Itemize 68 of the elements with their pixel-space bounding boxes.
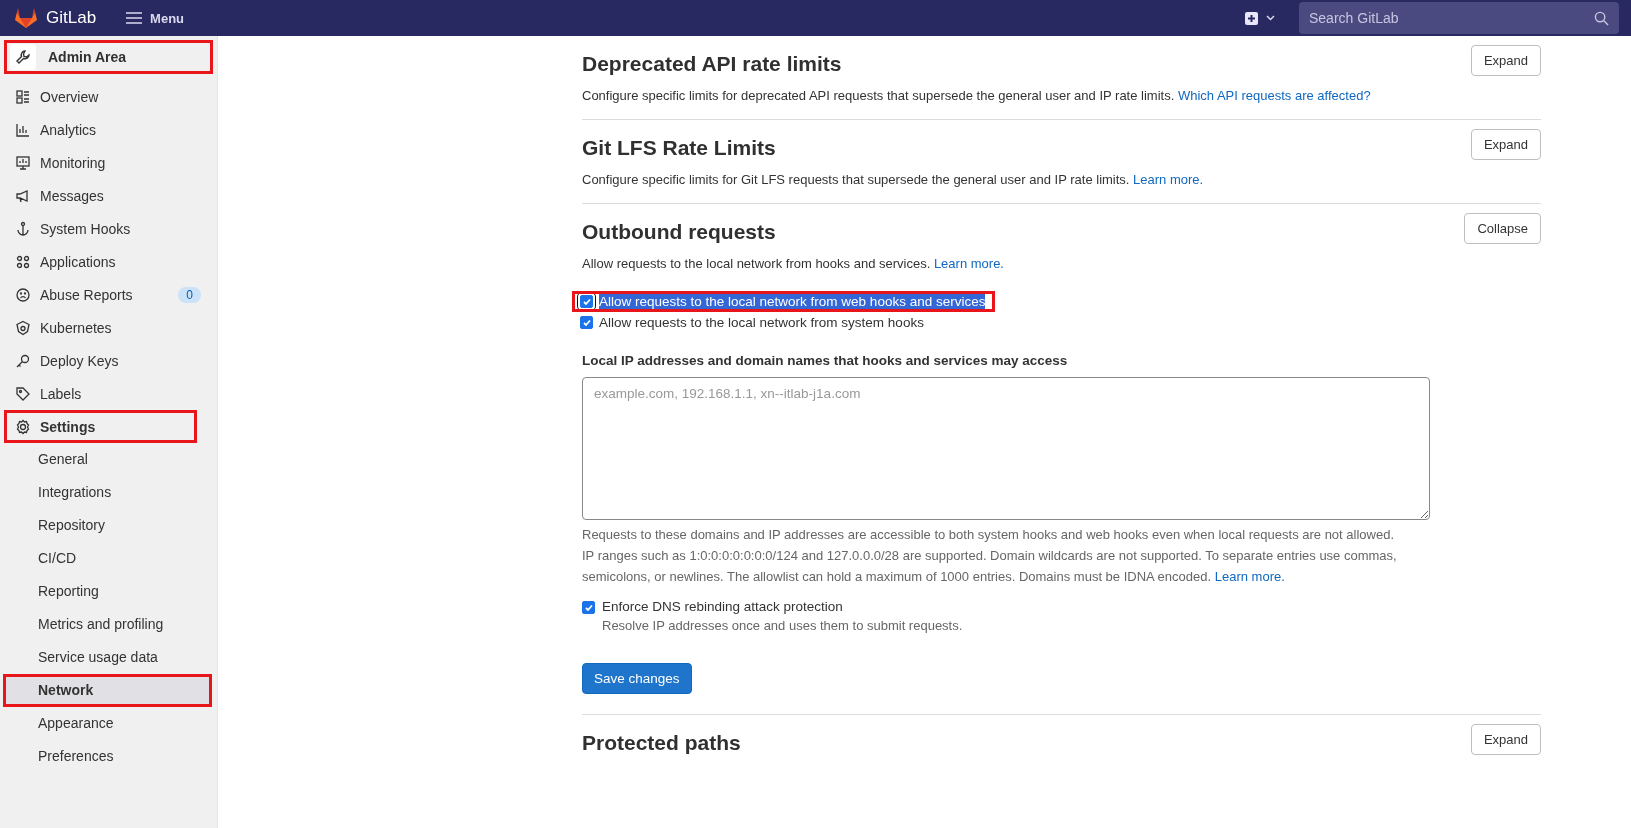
anchor-icon bbox=[15, 220, 31, 237]
menu-icon bbox=[126, 12, 143, 24]
fox-logo-icon[interactable] bbox=[14, 7, 38, 29]
section-description: Configure specific limits for deprecated API requests that supersede the general user and IP rate limits. Which API requests are affected? bbox=[582, 88, 1371, 103]
caret-icon bbox=[1266, 15, 1275, 21]
sidebar-subitem[interactable]: General bbox=[0, 443, 217, 476]
learn-more-link[interactable]: Learn more. bbox=[1133, 172, 1204, 187]
monitor-icon bbox=[15, 154, 31, 171]
sad-face-icon bbox=[15, 286, 31, 303]
checkbox[interactable] bbox=[582, 601, 595, 614]
learn-more-link[interactable]: Which API requests are affected? bbox=[1177, 88, 1371, 103]
sidebar-item[interactable]: Settings bbox=[4, 410, 197, 443]
collapse-button[interactable]: Collapse bbox=[1464, 213, 1541, 244]
sidebar-subitem[interactable]: CI/CD bbox=[0, 542, 217, 575]
section-heading: Outbound requests bbox=[582, 220, 777, 244]
megaphone-icon bbox=[15, 187, 31, 204]
sidebar-subitem[interactable]: Appearance bbox=[0, 707, 217, 740]
section-heading: Deprecated API rate limits bbox=[582, 52, 843, 76]
checkbox[interactable] bbox=[580, 316, 593, 329]
expand-button[interactable]: Expand bbox=[1470, 45, 1541, 76]
sidebar-subitem[interactable]: Integrations bbox=[0, 476, 217, 509]
learn-more-link[interactable]: Learn more. bbox=[1214, 569, 1285, 584]
logo-wordmark[interactable]: GitLab bbox=[46, 8, 97, 28]
help-text: Requests to these domains and IP addresses are accessible to both system hooks and web hooks even when local requests are not allowed. IP ranges such as 1:0:0:0:0:0:0:0/124 and 127.0.0.0/28 are supported. Domain wildcards are not supported. To separate entries use commas, semicolons, or newlines. The allowlist can hold a maximum of 1000 entries. Domains must be IDNA encoded. Learn more. bbox=[582, 526, 1398, 586]
admin-area-link[interactable]: Admin Area bbox=[4, 40, 213, 74]
checkbox-label: Allow requests to the local network from web hooks and services bbox=[599, 294, 986, 309]
section-heading: Git LFS Rate Limits bbox=[582, 136, 777, 160]
expand-button[interactable]: Expand bbox=[1470, 724, 1541, 755]
sidebar-subitem[interactable]: Metrics and profiling bbox=[0, 608, 217, 641]
settings-icon bbox=[15, 418, 31, 435]
checkbox-label: Enforce DNS rebinding attack protection bbox=[602, 599, 844, 614]
sidebar-subitem[interactable]: Repository bbox=[0, 509, 217, 542]
menu-button[interactable]: Menu bbox=[122, 6, 189, 30]
help-text: Resolve IP addresses once and uses them to submit requests. bbox=[602, 618, 963, 633]
sidebar-item[interactable]: System Hooks bbox=[0, 212, 217, 245]
sidebar-subitem[interactable]: Network bbox=[3, 674, 212, 707]
section-description: Allow requests to the local network from hooks and services. Learn more. bbox=[582, 256, 1004, 271]
checkbox-label: Allow requests to the local network from system hooks bbox=[599, 315, 924, 330]
tag-icon bbox=[15, 385, 31, 402]
sidebar-item[interactable]: Messages bbox=[0, 179, 217, 212]
bar-chart-icon bbox=[15, 121, 31, 138]
sidebar-subitem[interactable]: Service usage data bbox=[0, 641, 217, 674]
learn-more-link[interactable]: Learn more. bbox=[933, 256, 1004, 271]
save-changes-button[interactable]: Save changes bbox=[582, 663, 692, 694]
sidebar-item[interactable]: Analytics bbox=[0, 113, 217, 146]
plus-square-icon bbox=[1245, 11, 1258, 25]
sidebar-item[interactable]: Labels bbox=[0, 377, 217, 410]
sidebar-item[interactable]: Overview bbox=[0, 80, 217, 113]
sidebar-subitem[interactable]: Reporting bbox=[0, 575, 217, 608]
grid-icon bbox=[15, 253, 31, 270]
search-icon bbox=[1594, 11, 1609, 26]
key-icon bbox=[15, 352, 31, 369]
list-grid-icon bbox=[15, 88, 31, 105]
sidebar-item[interactable]: Deploy Keys bbox=[0, 344, 217, 377]
sidebar-item[interactable]: Monitoring bbox=[0, 146, 217, 179]
wrench-icon bbox=[15, 49, 31, 65]
sidebar-item[interactable]: Abuse Reports 0 bbox=[0, 278, 217, 311]
checkbox[interactable] bbox=[580, 295, 593, 308]
allowlist-textarea[interactable]: example.com, 192.168.1.1, xn--itlab-j1a.com bbox=[582, 377, 1430, 520]
search-field[interactable]: Search GitLab bbox=[1299, 2, 1619, 34]
count-badge: 0 bbox=[178, 286, 201, 303]
section-heading: Protected paths bbox=[582, 731, 741, 755]
sidebar-item[interactable]: Kubernetes bbox=[0, 311, 217, 344]
field-label: Local IP addresses and domain names that hooks and services may access bbox=[582, 353, 1069, 368]
expand-button[interactable]: Expand bbox=[1470, 129, 1541, 160]
sidebar-subitem[interactable]: Preferences bbox=[0, 740, 217, 773]
sidebar-item[interactable]: Applications bbox=[0, 245, 217, 278]
section-description: Configure specific limits for Git LFS requests that supersede the general user and IP rate limits. Learn more. bbox=[582, 172, 1204, 187]
